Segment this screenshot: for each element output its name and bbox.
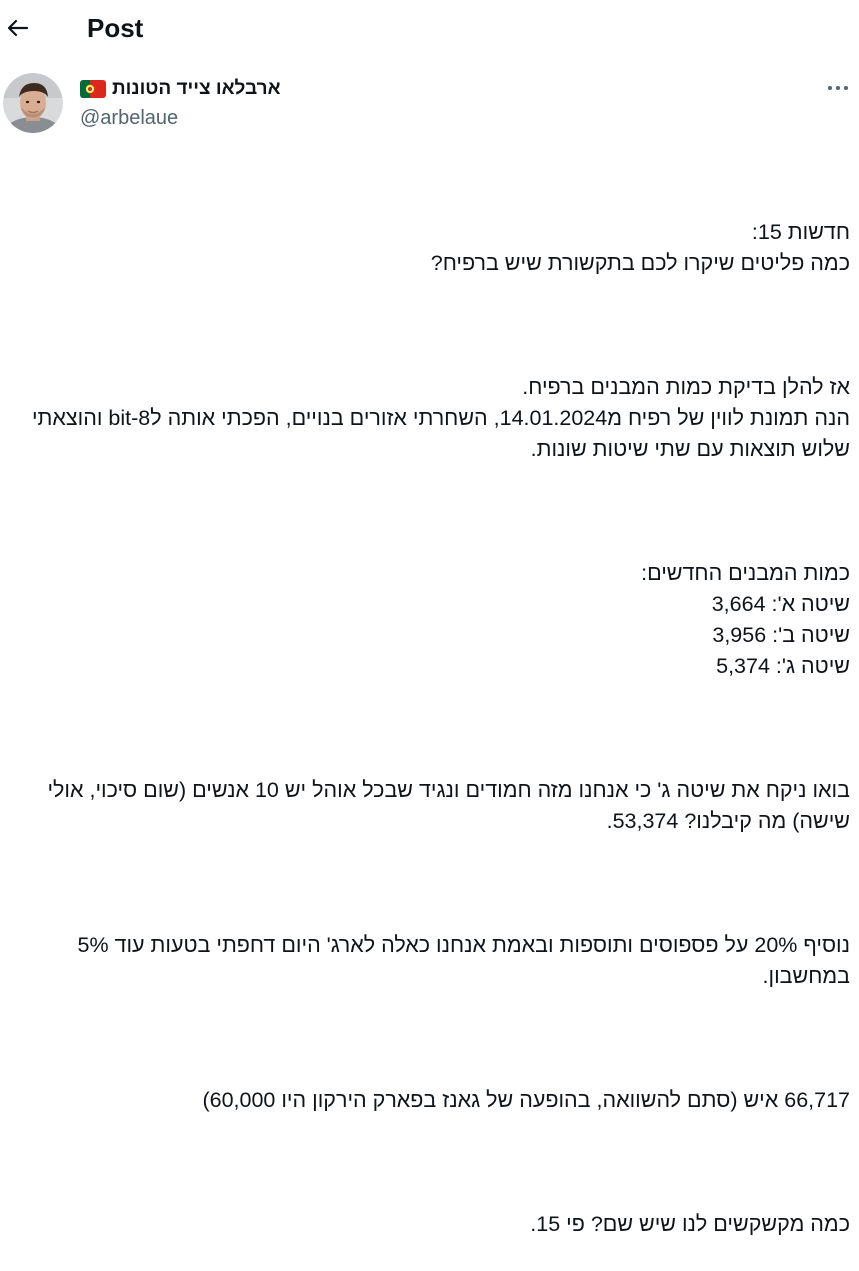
tweet-paragraph: נוסיף 20% על פספוסים ותוספות ובאמת אנחנו… [71, 933, 851, 988]
post-header: Post [0, 0, 859, 58]
avatar[interactable] [3, 73, 63, 133]
tweet-paragraph: חדשות 15: כמה פליטים שיקרו לכם בתקשורת ש… [430, 220, 850, 275]
tweet-paragraph: 66,717 איש (סתם להשוואה, בהופעה של גאנז … [202, 1088, 850, 1112]
back-button[interactable] [4, 10, 32, 46]
tweet-text: חדשות 15: כמה פליטים שיקרו לכם בתקשורת ש… [6, 155, 850, 1271]
author-name-row[interactable]: ארבלאו צייד הטונות [80, 75, 281, 103]
tweet-paragraph: כמה מקשקשים לנו שיש שם? פי 15. [530, 1212, 850, 1236]
arrow-left-icon [7, 19, 29, 37]
more-options-button[interactable] [822, 76, 854, 100]
tweet-paragraph: אז להלן בדיקת כמות המבנים ברפיח. הנה תמו… [31, 375, 850, 461]
author-display-name: ארבלאו צייד הטונות [112, 78, 281, 99]
portugal-flag-icon [80, 80, 106, 98]
more-horizontal-icon [828, 86, 848, 90]
page-title: Post [87, 13, 144, 43]
author-handle[interactable]: @arbelaue [80, 104, 178, 132]
tweet-paragraph: כמות המבנים החדשים: שיטה א': 3,664 שיטה … [641, 561, 850, 678]
tweet-paragraph: בואו ניקח את שיטה ג' כי אנחנו מזה חמודים… [41, 778, 850, 833]
